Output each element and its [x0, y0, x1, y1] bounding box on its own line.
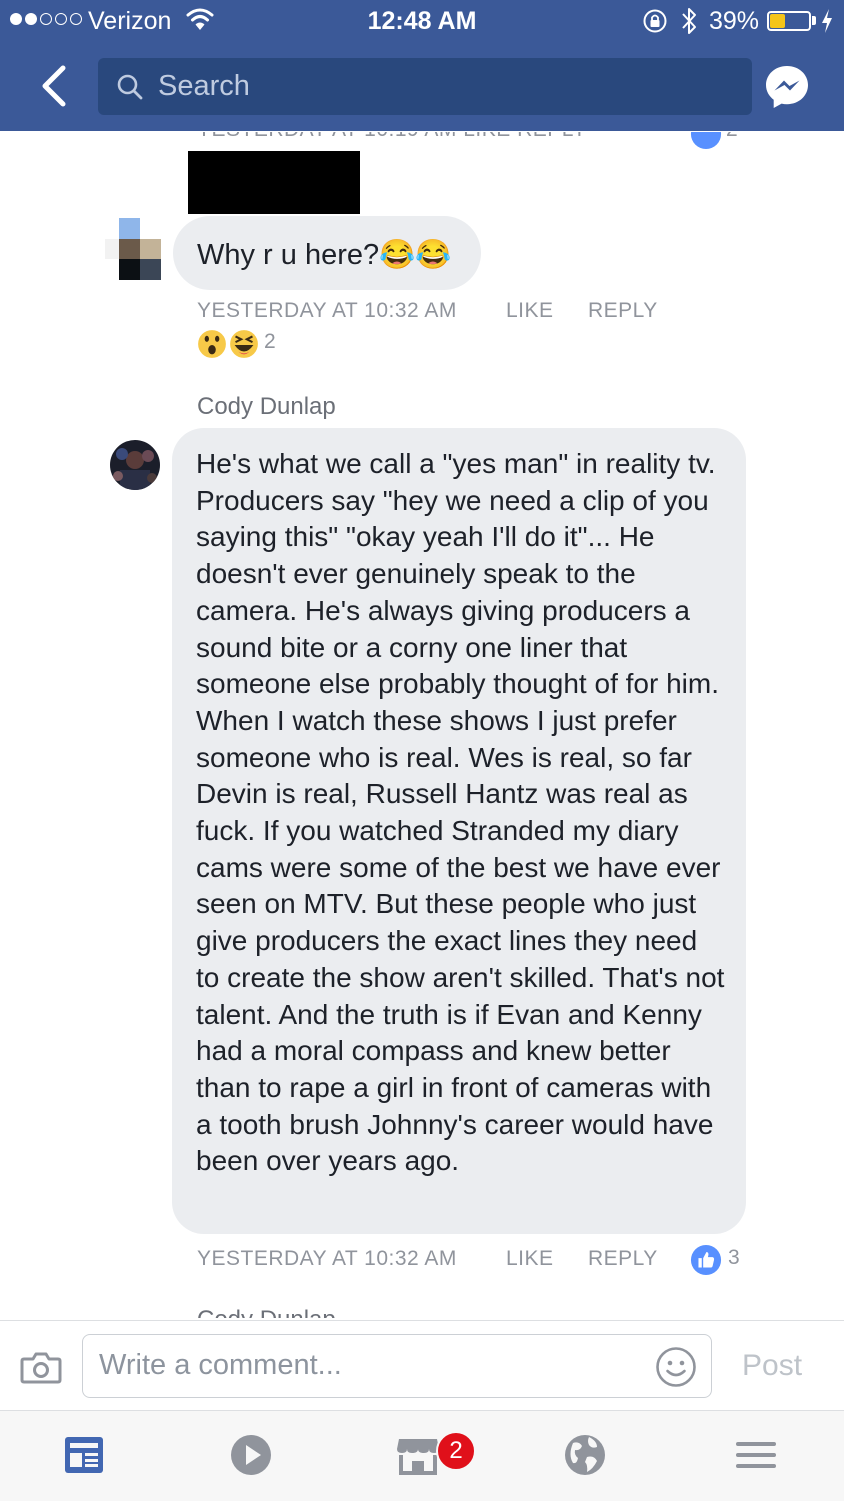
- status-bar: Verizon 12:48 AM 39%: [0, 0, 844, 42]
- thumbs-up-icon: [690, 1244, 722, 1276]
- battery-percent: 39%: [709, 7, 760, 35]
- avatar-photo: [110, 440, 160, 490]
- comment-author[interactable]: Cody Dunlap: [197, 393, 336, 421]
- avatar[interactable]: [105, 218, 161, 280]
- tab-bar: 2: [0, 1410, 844, 1501]
- comment-input[interactable]: Write a comment...: [82, 1334, 712, 1398]
- rotation-lock-icon: [643, 9, 667, 33]
- news-feed-icon[interactable]: [62, 1433, 106, 1477]
- comment-text: Why r u here?😂😂: [197, 239, 452, 271]
- marketplace-badge: 2: [436, 1431, 476, 1471]
- camera-icon[interactable]: [20, 1349, 62, 1385]
- emoji-icon[interactable]: [655, 1346, 697, 1388]
- like-count-value: 3: [728, 1246, 741, 1269]
- haha-reaction-icon: [228, 328, 260, 360]
- globe-icon[interactable]: [563, 1433, 607, 1477]
- comment-timestamp: YESTERDAY AT 10:32 AM: [197, 299, 457, 322]
- redacted-name-block: [188, 151, 360, 214]
- reply-button[interactable]: REPLY: [588, 299, 658, 323]
- search-placeholder: Search: [158, 70, 250, 102]
- search-icon: [117, 74, 143, 100]
- video-icon[interactable]: [229, 1433, 273, 1477]
- battery-level: [770, 14, 785, 28]
- search-bar[interactable]: Search: [98, 58, 752, 115]
- like-count[interactable]: 3: [690, 1244, 750, 1278]
- comment-bubble[interactable]: Why r u here?😂😂: [173, 216, 481, 290]
- post-button[interactable]: Post: [742, 1349, 802, 1383]
- reply-button[interactable]: REPLY: [588, 1247, 658, 1271]
- comment-text: He's what we call a "yes man" in reality…: [196, 448, 725, 1177]
- battery-nub: [812, 16, 816, 25]
- reaction-count: 2: [264, 330, 277, 353]
- bluetooth-icon: [682, 8, 696, 34]
- comment-composer: Write a comment... Post: [0, 1320, 844, 1411]
- avatar[interactable]: [110, 440, 160, 490]
- comment-timestamp: YESTERDAY AT 10:32 AM: [197, 1247, 457, 1270]
- reaction-summary[interactable]: 2: [196, 328, 276, 362]
- like-button[interactable]: LIKE: [506, 1247, 554, 1271]
- menu-icon[interactable]: [734, 1433, 778, 1477]
- comment-bubble[interactable]: He's what we call a "yes man" in reality…: [172, 428, 746, 1234]
- like-button[interactable]: LIKE: [506, 299, 554, 323]
- marketplace-icon[interactable]: [396, 1433, 440, 1477]
- battery-icon: [767, 11, 811, 31]
- charging-bolt-icon: [822, 9, 832, 33]
- back-chevron-icon[interactable]: [36, 64, 72, 108]
- wow-reaction-icon: [196, 328, 228, 360]
- messenger-icon[interactable]: [764, 64, 810, 110]
- comment-placeholder: Write a comment...: [99, 1349, 342, 1381]
